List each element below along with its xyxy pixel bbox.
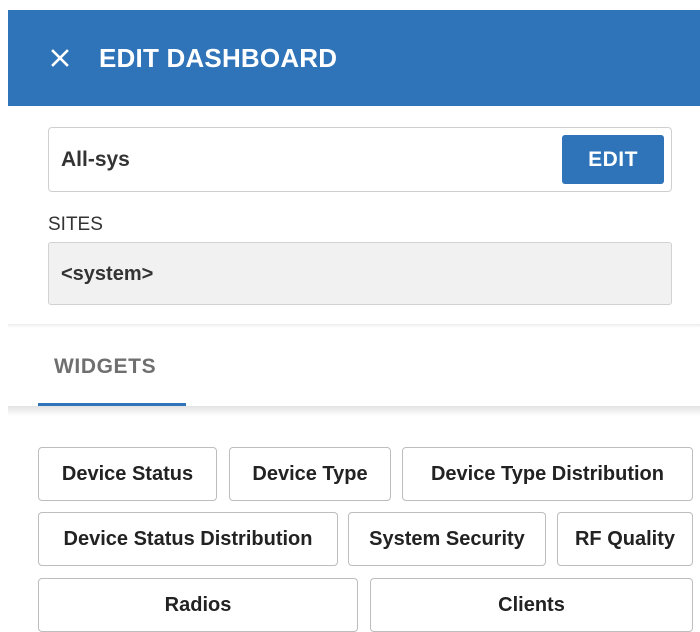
widget-device-status-distribution[interactable]: Device Status Distribution	[38, 512, 338, 566]
close-button[interactable]	[46, 44, 74, 72]
dashboard-name-field: All-sys EDIT	[48, 127, 672, 192]
header-bar: EDIT DASHBOARD	[8, 10, 700, 106]
tab-widgets-label: WIDGETS	[54, 355, 157, 378]
section-divider	[8, 324, 700, 328]
sites-field: <system>	[48, 242, 672, 305]
widget-radios[interactable]: Radios	[38, 578, 358, 632]
widget-device-status[interactable]: Device Status	[38, 447, 217, 501]
widget-device-type[interactable]: Device Type	[229, 447, 391, 501]
edit-dashboard-panel: EDIT DASHBOARD All-sys EDIT SITES <syste…	[0, 0, 700, 632]
dashboard-name: All-sys	[61, 148, 130, 171]
widget-device-type-distribution[interactable]: Device Type Distribution	[402, 447, 693, 501]
sites-label: SITES	[48, 214, 103, 235]
widget-clients[interactable]: Clients	[370, 578, 693, 632]
tab-bar-shadow	[8, 406, 700, 416]
edit-button[interactable]: EDIT	[562, 135, 664, 184]
widget-rf-quality[interactable]: RF Quality	[557, 512, 693, 566]
widget-system-security[interactable]: System Security	[348, 512, 546, 566]
tab-widgets[interactable]: WIDGETS	[38, 346, 186, 406]
sites-value: <system>	[61, 263, 154, 285]
close-icon	[51, 49, 69, 67]
page-title: EDIT DASHBOARD	[99, 43, 338, 73]
